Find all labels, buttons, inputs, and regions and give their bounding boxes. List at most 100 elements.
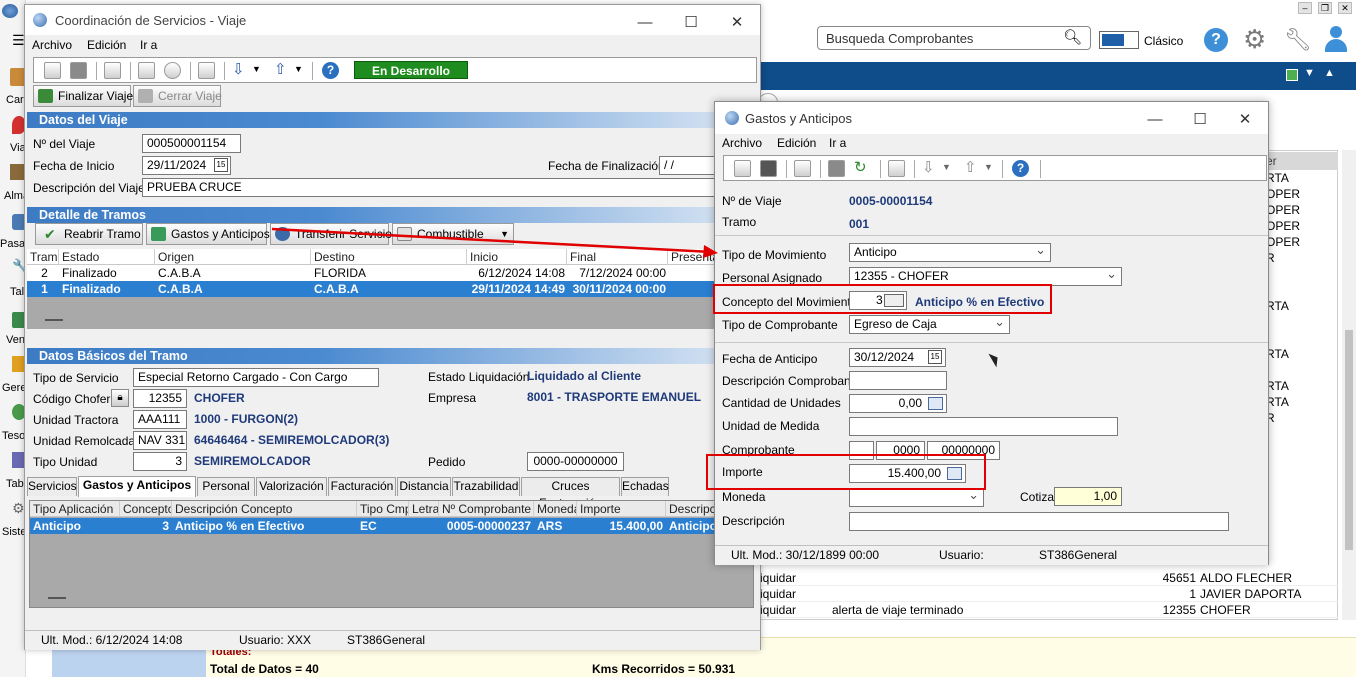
search-box[interactable]: Busqueda Comprobantes 🔍︎: [817, 26, 1091, 50]
cerrar-viaje-button[interactable]: Cerrar Viaje: [133, 85, 222, 107]
tools-wrench-icon[interactable]: 🔧︎: [1284, 26, 1312, 54]
toolbar-help-icon[interactable]: ?: [322, 62, 339, 79]
tab-trazabilidad[interactable]: Trazabilidad: [452, 477, 520, 496]
tipo-servicio-field[interactable]: Especial Retorno Cargado - Con Cargo: [133, 368, 379, 387]
fecha-fin-field[interactable]: / /: [659, 156, 719, 175]
descripcion-field[interactable]: [849, 512, 1229, 531]
app-close-button[interactable]: ✕: [1338, 2, 1352, 14]
tipo-unidad-field[interactable]: 3: [133, 452, 187, 471]
col-tramo[interactable]: Tramo: [27, 249, 59, 265]
viaje-menu-archivo[interactable]: Archivo: [32, 38, 72, 52]
col-letra[interactable]: Letra: [409, 501, 439, 517]
stop-icon[interactable]: [70, 62, 87, 79]
unidad-medida-field[interactable]: [849, 417, 1118, 436]
gastos-arrow-up-icon[interactable]: ⇧: [964, 158, 977, 176]
unidad-tractora-field[interactable]: AAA111: [133, 410, 187, 429]
tab-distancia[interactable]: Distancia: [397, 477, 451, 496]
finalizar-viaje-button[interactable]: Finalizar Viaje: [33, 85, 133, 107]
edit-icon[interactable]: [138, 62, 155, 79]
nav-label-car[interactable]: Car: [6, 94, 24, 106]
tab-gastos-anticipos[interactable]: Gastos y Anticipos: [78, 476, 196, 497]
tipo-comprobante-select[interactable]: Egreso de Caja: [849, 315, 1010, 334]
col-estado[interactable]: Estado: [59, 249, 155, 265]
gastos-maximize-button[interactable]: ☐: [1190, 110, 1210, 130]
tab-cruces-facturacion[interactable]: Cruces Facturación: [521, 477, 620, 510]
app-bar-arrow-up-icon[interactable]: ▲: [1324, 67, 1335, 79]
app-bar-arrow-down-icon[interactable]: ▼: [1304, 67, 1315, 79]
cantidad-unidades-field[interactable]: 0,00: [849, 394, 947, 413]
gastos-close-button[interactable]: ✕: [1235, 110, 1255, 130]
tab-echadas[interactable]: Echadas: [621, 477, 669, 496]
col-descripcion-concepto[interactable]: Descripción Concepto: [172, 501, 357, 517]
calendar-icon[interactable]: 15: [214, 158, 228, 172]
gastos-menu-archivo[interactable]: Archivo: [722, 136, 762, 150]
nav-label-teso[interactable]: Teso: [2, 430, 25, 442]
gastos-anticipos-button[interactable]: Gastos y Anticipos: [146, 223, 270, 245]
gastos-save-icon[interactable]: [760, 160, 777, 177]
desc-viaje-field[interactable]: PRUEBA CRUCE: [142, 178, 722, 197]
desc-comprobante-field[interactable]: [849, 371, 947, 390]
calendar-icon[interactable]: 15: [928, 350, 942, 364]
col-tipo-aplicacion[interactable]: Tipo Aplicación: [30, 501, 120, 517]
new-doc-icon[interactable]: [44, 62, 61, 79]
col-concepto[interactable]: Concepto: [120, 501, 172, 517]
tipo-movimiento-select[interactable]: Anticipo: [849, 243, 1051, 262]
tab-facturacion[interactable]: Facturación: [328, 477, 396, 496]
gastos-arrow-down-icon[interactable]: ⇩: [922, 158, 935, 176]
table-row[interactable]: iquidar 45651 ALDO FLECHER: [760, 570, 1338, 586]
pedido-field[interactable]: 0000-00000000: [527, 452, 624, 471]
arrow-down-dropdown-icon[interactable]: ▼: [252, 64, 261, 74]
col-tipo-cmp[interactable]: Tipo Cmp.: [357, 501, 409, 517]
codigo-chofer-field[interactable]: 12355: [133, 389, 187, 408]
gastos-arrow-up-dropdown-icon[interactable]: ▼: [984, 162, 993, 172]
search-input[interactable]: Busqueda Comprobantes: [826, 31, 973, 46]
col-moneda[interactable]: Moneda: [534, 501, 577, 517]
app-minimize-button[interactable]: –: [1298, 2, 1312, 14]
tramos-grid-splitter[interactable]: [45, 319, 63, 321]
gastos-row-selected[interactable]: Anticipo 3 Anticipo % en Efectivo EC 000…: [30, 518, 753, 534]
table-row[interactable]: 2 Finalizado C.A.B.A FLORIDA 6/12/2024 1…: [27, 265, 760, 281]
bg-list-scrollbar[interactable]: [1342, 150, 1356, 620]
nav-label-tab[interactable]: Tab: [6, 478, 24, 490]
table-row-selected[interactable]: 1 Finalizado C.A.B.A C.A.B.A 29/11/2024 …: [27, 281, 760, 297]
reabrir-tramo-button[interactable]: ✔ Reabrir Tramo: [35, 223, 143, 245]
undo-icon[interactable]: [164, 62, 181, 79]
viaje-close-button[interactable]: ✕: [727, 13, 747, 33]
table-row[interactable]: iquidar alerta de viaje terminado 12355 CHO…: [760, 602, 1338, 618]
nro-viaje-field[interactable]: 000500001154: [142, 134, 241, 153]
arrow-up-icon[interactable]: ⇧: [274, 60, 287, 78]
viaje-minimize-button[interactable]: —: [635, 13, 655, 33]
delete-icon[interactable]: [198, 62, 215, 79]
viaje-titlebar[interactable]: Coordinación de Servicios - Viaje — ☐ ✕: [25, 5, 760, 35]
gastos-stop-icon[interactable]: [828, 160, 845, 177]
viaje-menu-ir-a[interactable]: Ir a: [140, 38, 157, 52]
search-icon[interactable]: 🔍︎: [1063, 28, 1082, 46]
gastos-menu-ir-a[interactable]: Ir a: [829, 136, 846, 150]
unidad-remolcada-field[interactable]: NAV 331: [133, 431, 187, 450]
col-importe[interactable]: Importe: [577, 501, 666, 517]
viaje-maximize-button[interactable]: ☐: [681, 13, 701, 33]
gastos-titlebar[interactable]: Gastos y Anticipos — ☐ ✕: [715, 102, 1268, 134]
chofer-lock-icon[interactable]: 🔒︎: [111, 389, 129, 407]
arrow-down-icon[interactable]: ⇩: [232, 60, 245, 78]
tab-personal[interactable]: Personal: [197, 477, 255, 496]
hamburger-icon[interactable]: ☰: [12, 32, 25, 49]
tab-servicios[interactable]: Servicios: [27, 477, 77, 496]
fecha-inicio-field[interactable]: 29/11/2024 15: [142, 156, 231, 175]
user-profile-icon[interactable]: [1324, 26, 1348, 52]
col-nro-comprobante[interactable]: Nº Comprobante: [439, 501, 534, 517]
settings-gear-icon[interactable]: ⚙: [1243, 24, 1266, 54]
app-restore-button[interactable]: ❐: [1318, 2, 1332, 14]
moneda-select[interactable]: [849, 488, 984, 507]
print-icon[interactable]: [104, 62, 121, 79]
gastos-minimize-button[interactable]: —: [1145, 110, 1165, 130]
gastos-grid-splitter[interactable]: [48, 597, 66, 599]
gastos-menu-edicion[interactable]: Edición: [777, 136, 816, 150]
gastos-new-icon[interactable]: [734, 160, 751, 177]
cotiza-field[interactable]: 1,00: [1054, 487, 1122, 506]
gastos-help-icon[interactable]: ?: [1012, 160, 1029, 177]
gastos-print-icon[interactable]: [794, 160, 811, 177]
app-bar-icon[interactable]: [1286, 69, 1298, 81]
fecha-anticipo-field[interactable]: 30/12/2024 15: [849, 348, 946, 367]
classic-toggle[interactable]: [1099, 31, 1139, 49]
